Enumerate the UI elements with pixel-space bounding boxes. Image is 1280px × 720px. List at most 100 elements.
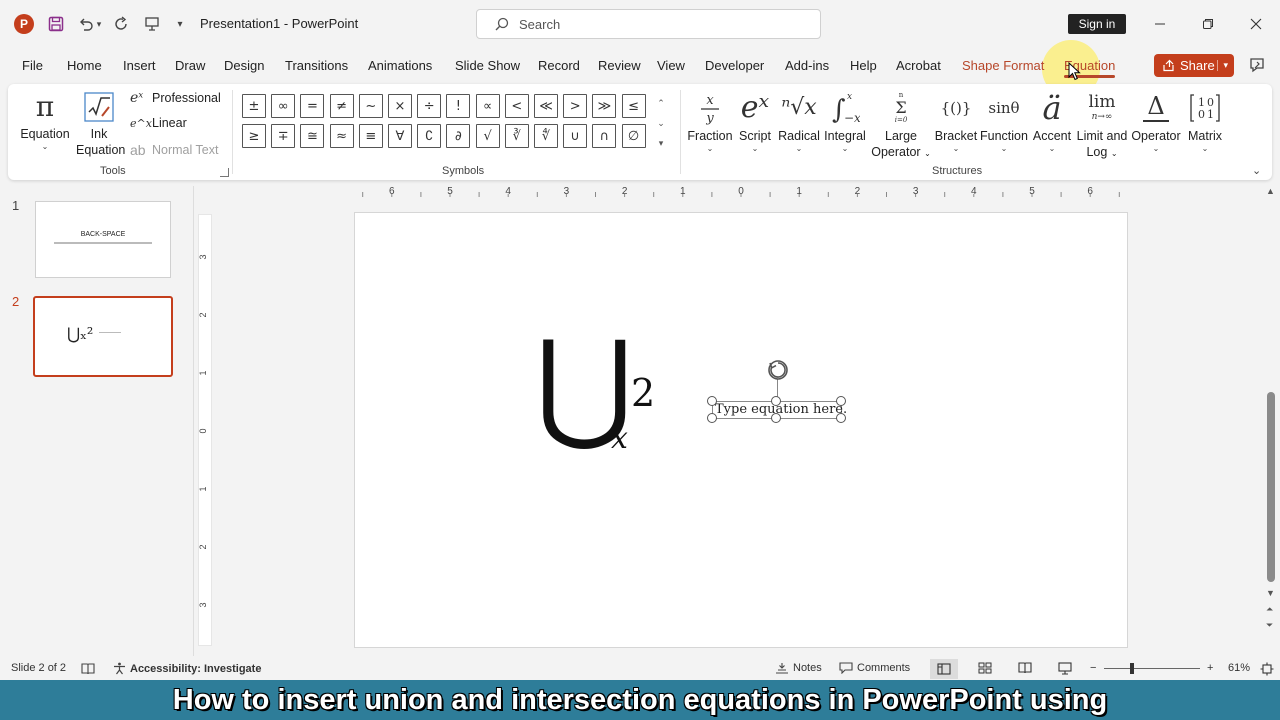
symbol-button[interactable]: √	[475, 124, 500, 148]
minimize-button[interactable]	[1150, 14, 1170, 34]
collapse-ribbon-icon[interactable]: ⌄	[1252, 164, 1261, 177]
slide-canvas[interactable]: ⋃ x 2 Type equation here.	[354, 212, 1128, 648]
symbol-button[interactable]: =	[300, 94, 325, 118]
tab-review[interactable]: Review	[598, 58, 641, 73]
symbol-button[interactable]: >	[563, 94, 588, 118]
undo-icon[interactable]	[76, 14, 96, 34]
tab-transitions[interactable]: Transitions	[285, 58, 348, 73]
linear-format-button[interactable]: e^x Linear	[130, 116, 187, 130]
resize-handle-bottom[interactable]	[771, 413, 781, 423]
scrollbar-thumb[interactable]	[1267, 392, 1275, 582]
reading-view-icon[interactable]	[1018, 662, 1032, 674]
save-icon[interactable]	[46, 14, 66, 34]
professional-format-button[interactable]: eˣ Professional	[130, 90, 221, 106]
symbol-button[interactable]: ~	[358, 94, 383, 118]
zoom-slider-thumb[interactable]	[1130, 663, 1134, 674]
redo-icon[interactable]	[112, 14, 132, 34]
symbol-button[interactable]: ∜	[534, 124, 558, 148]
symbol-button[interactable]: ≥	[242, 124, 266, 148]
pane-splitter[interactable]	[193, 186, 194, 656]
tab-home[interactable]: Home	[67, 58, 102, 73]
symbol-button[interactable]: ≤	[621, 94, 646, 118]
symbol-button[interactable]: ∀	[388, 124, 412, 148]
symbol-button[interactable]: ∁	[417, 124, 442, 148]
gallery-scroll-down-icon[interactable]: ⌄	[654, 114, 668, 132]
fraction-button[interactable]: xy Fraction ⌄	[686, 88, 734, 154]
ink-equation-button[interactable]: Ink Equation	[76, 88, 125, 158]
symbol-button[interactable]: ∝	[475, 94, 500, 118]
gallery-more-icon[interactable]: ▾	[654, 134, 668, 152]
union-superscript[interactable]: 2	[631, 371, 655, 415]
tab-file[interactable]: File	[22, 58, 43, 73]
tab-view[interactable]: View	[657, 58, 685, 73]
normal-view-button[interactable]	[930, 659, 958, 679]
matrix-button[interactable]: 1001 Matrix ⌄	[1182, 88, 1228, 154]
vertical-scrollbar[interactable]: ▲ ▼ ⏶ ⏷	[1264, 186, 1278, 636]
share-button[interactable]: Share ▾	[1154, 54, 1234, 77]
symbol-button[interactable]: ≈	[329, 124, 354, 148]
share-dropdown-icon[interactable]: ▾	[1217, 60, 1228, 71]
rotate-handle-icon[interactable]	[765, 357, 791, 383]
equation-placeholder-text[interactable]: Type equation here.	[715, 402, 847, 417]
symbol-button[interactable]: ∪	[563, 124, 588, 148]
comments-button[interactable]: Comments	[839, 662, 910, 674]
previous-slide-icon[interactable]: ⏶	[1266, 604, 1273, 615]
customize-toolbar-icon[interactable]: ▾	[172, 14, 188, 34]
zoom-slider[interactable]	[1104, 668, 1200, 669]
function-button[interactable]: sinθ Function ⌄	[978, 88, 1030, 154]
tab-add-ins[interactable]: Add-ins	[785, 58, 829, 73]
comments-pane-icon[interactable]	[1248, 56, 1268, 76]
radical-button[interactable]: ⁿ√x Radical ⌄	[776, 88, 822, 154]
zoom-in-icon[interactable]: +	[1207, 662, 1213, 674]
symbol-button[interactable]: ×	[388, 94, 412, 118]
tools-dialog-launcher-icon[interactable]	[220, 168, 229, 177]
spelling-check-icon[interactable]	[81, 662, 95, 675]
resize-handle-bottom-right[interactable]	[836, 413, 846, 423]
script-button[interactable]: eˣ Script ⌄	[734, 88, 776, 154]
large-operator-button[interactable]: n Σ i=0 Large Operator ⌄	[868, 88, 934, 162]
start-slideshow-icon[interactable]	[142, 14, 162, 34]
symbol-button[interactable]: ∂	[446, 124, 471, 148]
integral-button[interactable]: ∫ x −x Integral ⌄	[822, 88, 868, 154]
resize-handle-top-left[interactable]	[707, 396, 717, 406]
symbol-button[interactable]: <	[504, 94, 529, 118]
tab-record[interactable]: Record	[538, 58, 580, 73]
tab-draw[interactable]: Draw	[175, 58, 205, 73]
symbol-button[interactable]: ∓	[271, 124, 296, 148]
tab-design[interactable]: Design	[224, 58, 264, 73]
symbol-button[interactable]: ∛	[504, 124, 529, 148]
symbol-button[interactable]: ∞	[271, 94, 296, 118]
symbol-button[interactable]: ≅	[300, 124, 325, 148]
zoom-level[interactable]: 61%	[1228, 662, 1250, 674]
tab-insert[interactable]: Insert	[123, 58, 156, 73]
symbol-button[interactable]: ≪	[534, 94, 558, 118]
limit-and-log-button[interactable]: lim n→∞ Limit and Log ⌄	[1074, 88, 1130, 162]
symbol-button[interactable]: ∩	[592, 124, 617, 148]
symbol-button[interactable]: ∅	[621, 124, 646, 148]
accessibility-checker-button[interactable]: Accessibility: Investigate	[113, 662, 261, 675]
sign-in-button[interactable]: Sign in	[1068, 14, 1126, 34]
resize-handle-bottom-left[interactable]	[707, 413, 717, 423]
bracket-button[interactable]: {()} Bracket ⌄	[934, 88, 978, 154]
tab-developer[interactable]: Developer	[705, 58, 764, 73]
tab-slide-show[interactable]: Slide Show	[455, 58, 520, 73]
insert-equation-button[interactable]: π Equation ⌄	[20, 88, 70, 152]
symbol-button[interactable]: ≠	[329, 94, 354, 118]
close-button[interactable]	[1246, 14, 1266, 34]
search-input[interactable]	[519, 16, 799, 32]
symbol-button[interactable]: ≡	[358, 124, 383, 148]
scroll-up-icon[interactable]: ▲	[1266, 186, 1275, 196]
symbol-button[interactable]: !	[446, 94, 471, 118]
search-box[interactable]	[476, 9, 821, 39]
next-slide-icon[interactable]: ⏷	[1266, 620, 1273, 631]
symbol-button[interactable]: ≫	[592, 94, 617, 118]
slide-thumbnail-2[interactable]: ⋃ₓ²	[33, 296, 173, 377]
restore-button[interactable]	[1198, 14, 1218, 34]
symbol-button[interactable]: ±	[242, 94, 266, 118]
slide-sorter-icon[interactable]	[978, 662, 992, 674]
accent-button[interactable]: ä Accent ⌄	[1030, 88, 1074, 154]
symbol-button[interactable]: ÷	[417, 94, 442, 118]
notes-button[interactable]: Notes	[775, 662, 822, 674]
undo-dropdown-icon[interactable]: ▾	[94, 14, 104, 34]
scroll-down-icon[interactable]: ▼	[1266, 588, 1275, 598]
